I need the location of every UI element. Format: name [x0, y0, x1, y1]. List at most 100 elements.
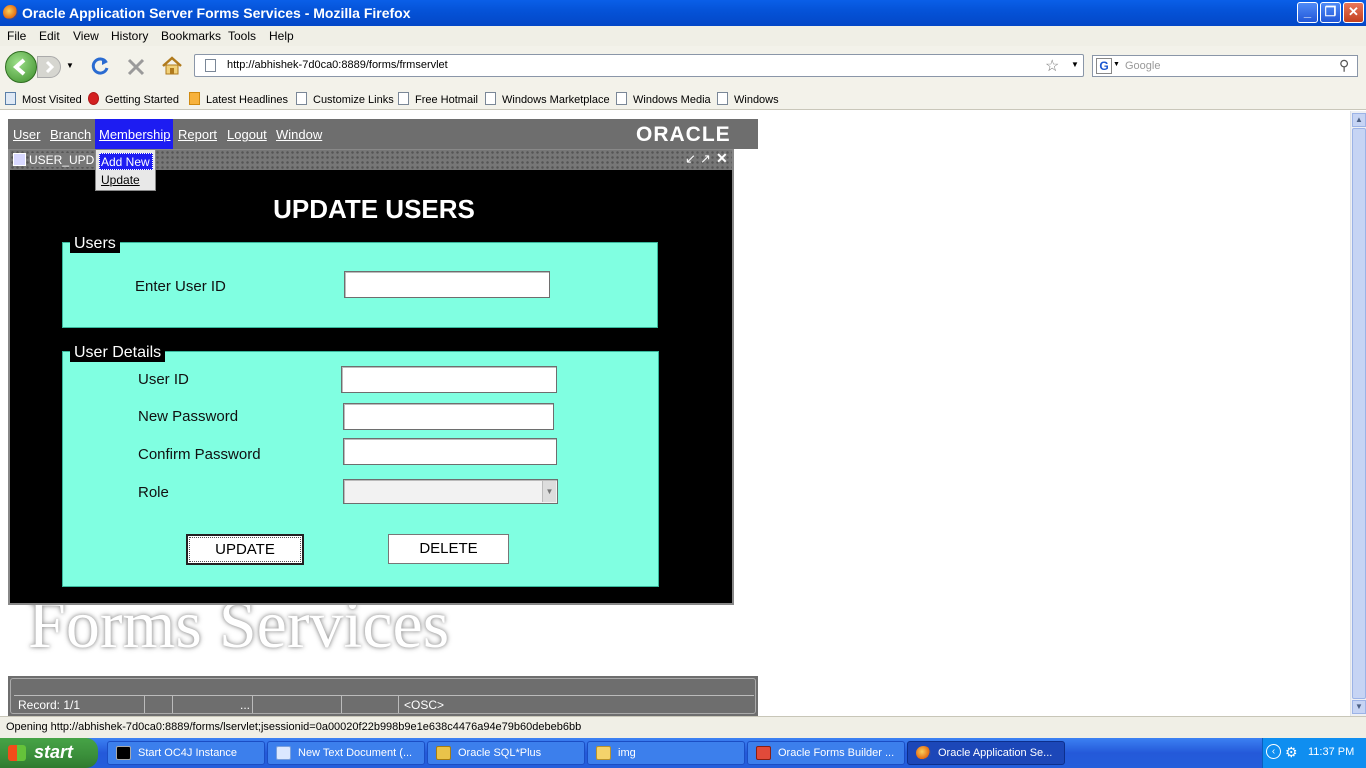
- bookmark-getting-started[interactable]: Getting Started: [88, 92, 179, 106]
- bookmark-label: Getting Started: [105, 94, 179, 106]
- reload-icon[interactable]: [88, 54, 112, 78]
- taskbar-item-notepad[interactable]: New Text Document (...: [267, 741, 425, 765]
- membership-dropdown: Add New Update: [95, 149, 156, 191]
- forward-arrow-icon: [45, 60, 55, 74]
- bookmark-label: Latest Headlines: [206, 94, 288, 106]
- start-label: start: [34, 742, 74, 762]
- new-password-input[interactable]: [343, 403, 554, 430]
- taskbar-item-img-folder[interactable]: img: [587, 741, 745, 765]
- browser-menu-bar: File Edit View History Bookmarks Tools H…: [0, 26, 1366, 46]
- app-menu-report[interactable]: Report: [178, 127, 217, 142]
- search-icon[interactable]: ⚲: [1339, 57, 1349, 74]
- app-menu-branch[interactable]: Branch: [50, 127, 91, 142]
- app-menu-logout[interactable]: Logout: [227, 127, 267, 142]
- vertical-scrollbar[interactable]: ▲ ▼: [1350, 111, 1366, 716]
- taskbar-item-firefox[interactable]: Oracle Application Se...: [907, 741, 1065, 765]
- bookmark-free-hotmail[interactable]: Free Hotmail: [398, 92, 478, 106]
- bookmark-latest-headlines[interactable]: Latest Headlines: [189, 92, 288, 106]
- status-ellipsis: ...: [240, 698, 251, 712]
- window-title-text: USER_UPD: [29, 153, 97, 167]
- stop-icon[interactable]: [124, 55, 148, 79]
- taskbar-item-label: Oracle Application Se...: [938, 747, 1053, 759]
- bookmark-windows-media[interactable]: Windows Media: [616, 92, 711, 106]
- forward-button[interactable]: [37, 56, 61, 78]
- dropdown-update[interactable]: Update: [101, 173, 140, 187]
- app-menu-user[interactable]: User: [13, 127, 40, 142]
- new-password-label: New Password: [138, 408, 239, 425]
- page-title: UPDATE USERS: [273, 194, 475, 224]
- menu-history[interactable]: History: [111, 29, 148, 43]
- role-selected-value: [344, 480, 541, 503]
- bookmark-customize-links[interactable]: Customize Links: [296, 92, 394, 106]
- taskbar-item-oc4j[interactable]: Start OC4J Instance: [107, 741, 265, 765]
- notepad-icon: [276, 746, 291, 760]
- role-select[interactable]: ▼: [343, 479, 558, 504]
- minimize-button[interactable]: _: [1297, 2, 1318, 23]
- user-id-input[interactable]: [341, 366, 557, 393]
- confirm-password-label: Confirm Password: [138, 446, 261, 463]
- menu-view[interactable]: View: [73, 29, 99, 43]
- home-icon[interactable]: [160, 54, 184, 78]
- system-tray: ‹ ⚙ 11:37 PM: [1262, 738, 1366, 768]
- bookmark-windows-marketplace[interactable]: Windows Marketplace: [485, 92, 610, 106]
- bookmarks-toolbar: Most Visited Getting Started Latest Head…: [0, 88, 1366, 110]
- chevron-down-icon[interactable]: ▼: [542, 481, 556, 502]
- bookmark-folder-icon: [5, 92, 16, 105]
- update-button[interactable]: UPDATE: [186, 534, 304, 565]
- bookmark-label: Windows Marketplace: [502, 94, 610, 106]
- close-child-icon[interactable]: ✕: [716, 150, 728, 167]
- close-window-button[interactable]: ✕: [1343, 2, 1364, 23]
- forms-builder-icon: [756, 746, 771, 760]
- star-icon[interactable]: ☆: [1045, 56, 1059, 76]
- scroll-down-icon[interactable]: ▼: [1352, 700, 1366, 714]
- url-text: http://abhishek-7d0ca0:8889/forms/frmser…: [227, 59, 448, 71]
- sqlplus-icon: [436, 746, 451, 760]
- url-bar[interactable]: http://abhishek-7d0ca0:8889/forms/frmser…: [194, 54, 1084, 77]
- history-dropdown-icon[interactable]: ▼: [66, 61, 74, 70]
- search-box[interactable]: G ▼ Google ⚲: [1092, 55, 1358, 77]
- minimize-child-icon[interactable]: ↙: [685, 151, 696, 167]
- taskbar-item-sqlplus[interactable]: Oracle SQL*Plus: [427, 741, 585, 765]
- record-indicator: Record: 1/1: [18, 698, 81, 712]
- search-engine-dropdown-icon[interactable]: ▼: [1113, 61, 1120, 68]
- bookmark-label: Free Hotmail: [415, 94, 478, 106]
- google-icon[interactable]: G: [1096, 58, 1112, 74]
- menu-file[interactable]: File: [7, 29, 26, 43]
- users-panel-title: Users: [70, 235, 120, 253]
- menu-edit[interactable]: Edit: [39, 29, 60, 43]
- taskbar-item-label: Oracle SQL*Plus: [458, 747, 542, 759]
- menu-tools[interactable]: Tools: [228, 29, 256, 43]
- windows-logo-icon: [8, 745, 26, 761]
- scroll-thumb[interactable]: [1352, 128, 1366, 699]
- delete-button[interactable]: DELETE: [388, 534, 509, 564]
- user-id-label: User ID: [138, 371, 189, 388]
- console-icon: [116, 746, 131, 760]
- tray-expand-icon[interactable]: ‹: [1266, 744, 1281, 759]
- bookmark-most-visited[interactable]: Most Visited: [5, 92, 82, 106]
- enter-user-id-input[interactable]: [344, 271, 550, 298]
- network-icon[interactable]: ⚙: [1285, 744, 1298, 761]
- confirm-password-input[interactable]: [343, 438, 557, 465]
- form-icon: [13, 153, 26, 166]
- membership-label: Membership: [99, 127, 171, 142]
- app-menu-window[interactable]: Window: [276, 127, 322, 142]
- start-button[interactable]: start: [0, 738, 98, 768]
- taskbar-item-forms-builder[interactable]: Oracle Forms Builder ...: [747, 741, 905, 765]
- page-icon: [717, 92, 728, 105]
- window-title: Oracle Application Server Forms Services…: [22, 5, 411, 21]
- menu-help[interactable]: Help: [269, 29, 294, 43]
- url-dropdown-icon[interactable]: ▼: [1071, 60, 1079, 69]
- taskbar-item-label: Oracle Forms Builder ...: [778, 747, 895, 759]
- enter-user-id-label: Enter User ID: [135, 278, 226, 295]
- maximize-child-icon[interactable]: ↗: [700, 151, 711, 167]
- dropdown-add-new[interactable]: Add New: [99, 153, 153, 170]
- menu-bookmarks[interactable]: Bookmarks: [161, 29, 221, 43]
- back-button[interactable]: [5, 51, 37, 83]
- firefox-bookmark-icon: [88, 92, 99, 105]
- bookmark-label: Customize Links: [313, 94, 394, 106]
- maximize-button[interactable]: ❐: [1320, 2, 1341, 23]
- app-menu-membership[interactable]: Membership: [95, 119, 173, 149]
- firefox-icon: [916, 746, 931, 760]
- bookmark-windows[interactable]: Windows: [717, 92, 779, 106]
- scroll-up-icon[interactable]: ▲: [1352, 113, 1366, 127]
